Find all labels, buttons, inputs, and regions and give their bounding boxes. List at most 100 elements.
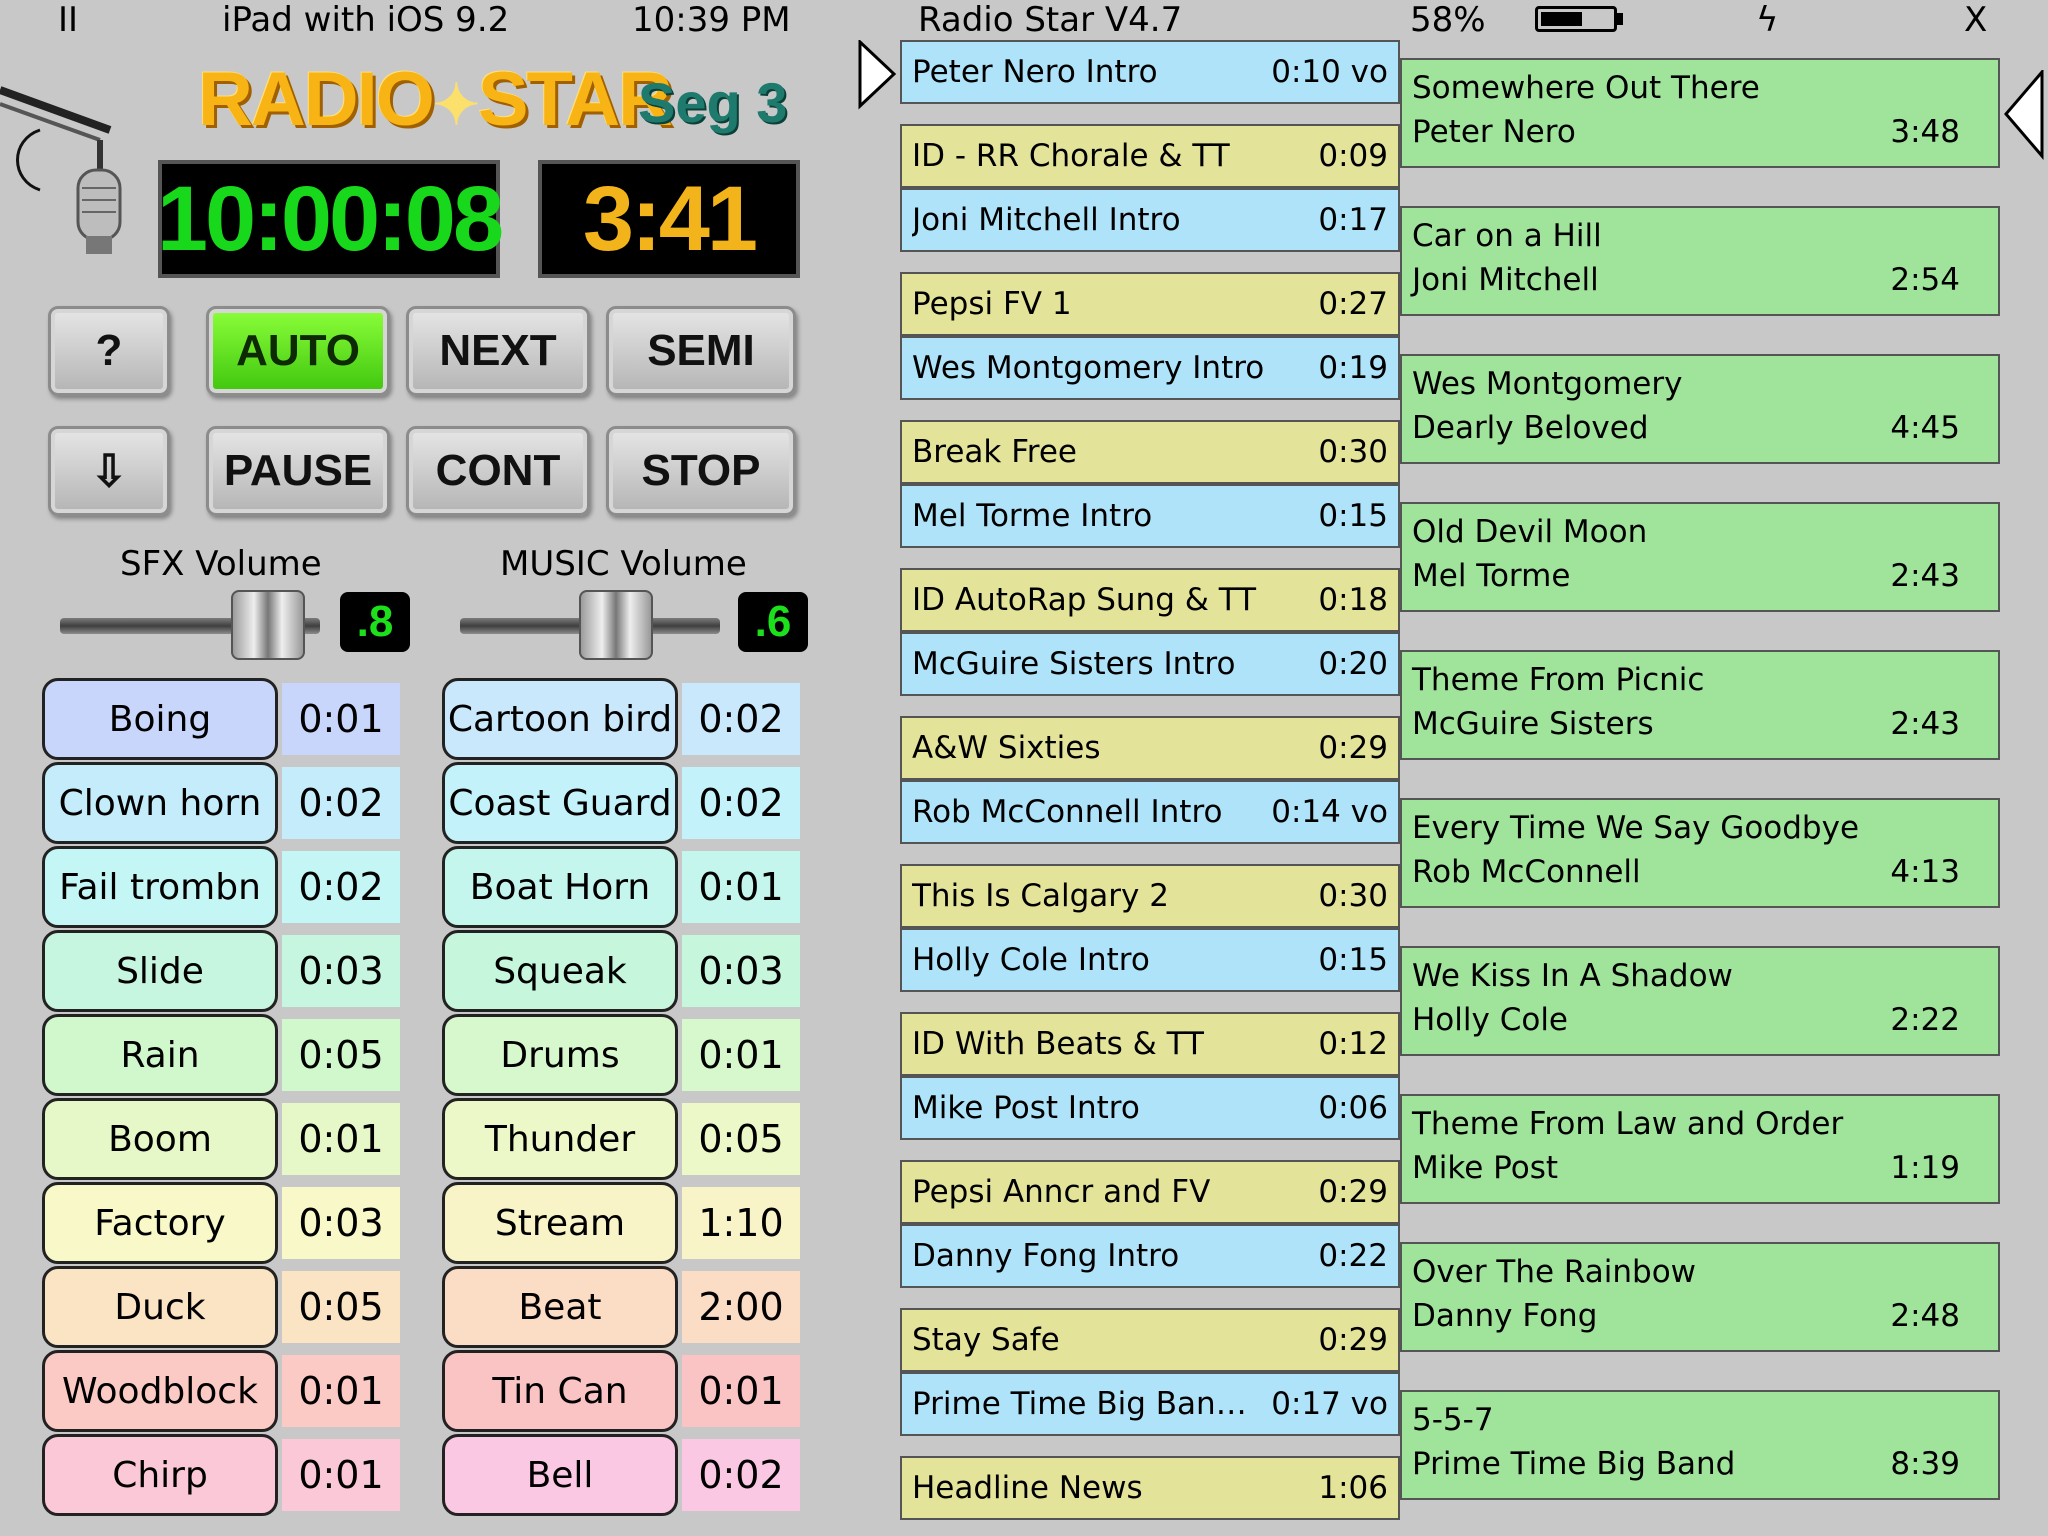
music-volume-thumb[interactable]: [579, 590, 653, 660]
sfx-duration: 0:01: [682, 851, 800, 923]
cont-button[interactable]: CONT: [406, 426, 590, 516]
queue-item[interactable]: Pepsi FV 1 0:27: [900, 272, 1400, 336]
queue-item[interactable]: This Is Calgary 2 0:30: [900, 864, 1400, 928]
song-item[interactable]: Over The Rainbow Danny Fong 2:48: [1400, 1242, 2000, 1352]
queue-item-title: ID With Beats & TT: [912, 1026, 1204, 1062]
close-button[interactable]: X: [1964, 0, 1987, 40]
pause-status-icon[interactable]: II: [58, 0, 78, 40]
song-artist: Dearly Beloved: [1412, 410, 1649, 446]
queue-item[interactable]: ID With Beats & TT 0:12: [900, 1012, 1400, 1076]
queue-current-marker-icon: [858, 40, 897, 110]
queue-item-title: Wes Montgomery Intro: [912, 350, 1265, 386]
sfx-pad[interactable]: Stream: [442, 1182, 678, 1264]
queue-item[interactable]: Joni Mitchell Intro 0:17: [900, 188, 1400, 252]
battery-fill: [1541, 12, 1582, 26]
sfx-duration: 0:02: [282, 767, 400, 839]
queue-item-title: Pepsi Anncr and FV: [912, 1174, 1211, 1210]
sfx-volume-thumb[interactable]: [231, 590, 305, 660]
queue-item-title: A&W Sixties: [912, 730, 1101, 766]
queue-item[interactable]: Stay Safe 0:29: [900, 1308, 1400, 1372]
sfx-pad[interactable]: Clown horn: [42, 762, 278, 844]
song-duration: 1:19: [1890, 1150, 1960, 1186]
queue-item[interactable]: Peter Nero Intro 0:10 vo: [900, 40, 1400, 104]
queue-item-duration: 0:18: [1318, 582, 1388, 618]
queue-item-title: This Is Calgary 2: [912, 878, 1169, 914]
queue-item[interactable]: A&W Sixties 0:29: [900, 716, 1400, 780]
song-item[interactable]: Every Time We Say Goodbye Rob McConnell 4:…: [1400, 798, 2000, 908]
sfx-pad[interactable]: Thunder: [442, 1098, 678, 1180]
song-artist: McGuire Sisters: [1412, 706, 1654, 742]
queue-item-duration: 0:22: [1318, 1238, 1388, 1274]
sfx-pad[interactable]: Drums: [442, 1014, 678, 1096]
sfx-pad[interactable]: Fail trombn: [42, 846, 278, 928]
queue-item-duration: 0:29: [1318, 1174, 1388, 1210]
song-item[interactable]: Car on a Hill Joni Mitchell 2:54: [1400, 206, 2000, 316]
song-title: We Kiss In A Shadow: [1412, 958, 1733, 994]
sfx-pad[interactable]: Bell: [442, 1434, 678, 1516]
auto-button[interactable]: AUTO: [206, 306, 390, 396]
sfx-duration: 0:01: [282, 1103, 400, 1175]
queue-item[interactable]: Pepsi Anncr and FV 0:29: [900, 1160, 1400, 1224]
sfx-pad[interactable]: Boom: [42, 1098, 278, 1180]
sfx-pad[interactable]: Woodblock: [42, 1350, 278, 1432]
time-display: 10:00:08: [157, 160, 504, 278]
queue-item[interactable]: Headline News 1:06: [900, 1456, 1400, 1520]
queue-item[interactable]: ID - RR Chorale & TT 0:09: [900, 124, 1400, 188]
song-title: Somewhere Out There: [1412, 70, 1760, 106]
help-button[interactable]: ?: [48, 306, 170, 396]
sfx-pad[interactable]: Beat: [442, 1266, 678, 1348]
sfx-pad[interactable]: Chirp: [42, 1434, 278, 1516]
microphone-icon: [0, 86, 122, 254]
sfx-pad[interactable]: Boing: [42, 678, 278, 760]
down-button[interactable]: ⇩: [48, 426, 170, 516]
pause-button[interactable]: PAUSE: [206, 426, 390, 516]
song-item[interactable]: Somewhere Out There Peter Nero 3:48: [1400, 58, 2000, 168]
sfx-pad[interactable]: Tin Can: [442, 1350, 678, 1432]
sfx-duration: 0:01: [282, 1355, 400, 1427]
semi-button[interactable]: SEMI: [606, 306, 796, 396]
sfx-pad[interactable]: Squeak: [442, 930, 678, 1012]
sfx-duration: 0:01: [682, 1355, 800, 1427]
queue-item-duration: 0:29: [1318, 1322, 1388, 1358]
queue-item-duration: 0:30: [1318, 434, 1388, 470]
clock-label: 10:39 PM: [632, 0, 791, 40]
queue-item-title: Danny Fong Intro: [912, 1238, 1180, 1274]
song-item[interactable]: 5-5-7 Prime Time Big Band 8:39: [1400, 1390, 2000, 1500]
stop-button[interactable]: STOP: [606, 426, 796, 516]
sfx-duration: 1:10: [682, 1187, 800, 1259]
next-button[interactable]: NEXT: [406, 306, 590, 396]
queue-item[interactable]: Mike Post Intro 0:06: [900, 1076, 1400, 1140]
sfx-pad[interactable]: Duck: [42, 1266, 278, 1348]
song-item[interactable]: Theme From Law and Order Mike Post 1:19: [1400, 1094, 2000, 1204]
song-item[interactable]: Old Devil Moon Mel Torme 2:43: [1400, 502, 2000, 612]
sfx-pad[interactable]: Rain: [42, 1014, 278, 1096]
song-artist: Mike Post: [1412, 1150, 1558, 1186]
queue-item[interactable]: Mel Torme Intro 0:15: [900, 484, 1400, 548]
queue-item[interactable]: McGuire Sisters Intro 0:20: [900, 632, 1400, 696]
queue-item[interactable]: Holly Cole Intro 0:15: [900, 928, 1400, 992]
song-item[interactable]: Wes Montgomery Dearly Beloved 4:45: [1400, 354, 2000, 464]
queue-item[interactable]: Rob McConnell Intro 0:14 vo: [900, 780, 1400, 844]
queue-item[interactable]: Break Free 0:30: [900, 420, 1400, 484]
sfx-pad[interactable]: Cartoon bird: [442, 678, 678, 760]
queue-item[interactable]: Wes Montgomery Intro 0:19: [900, 336, 1400, 400]
sfx-pad[interactable]: Coast Guard: [442, 762, 678, 844]
sfx-pad[interactable]: Factory: [42, 1182, 278, 1264]
segment-label: Seg 3: [638, 71, 788, 134]
song-title: 5-5-7: [1412, 1402, 1494, 1438]
song-duration: 3:48: [1890, 114, 1960, 150]
song-item[interactable]: Theme From Picnic McGuire Sisters 2:43: [1400, 650, 2000, 760]
sfx-duration: 0:01: [282, 1439, 400, 1511]
logo-left: RADIO: [198, 57, 435, 142]
queue-item-duration: 0:29: [1318, 730, 1388, 766]
queue-item[interactable]: ID AutoRap Sung & TT 0:18: [900, 568, 1400, 632]
battery-icon: [1535, 6, 1617, 32]
song-title: Wes Montgomery: [1412, 366, 1683, 402]
charging-icon: ϟ: [1756, 0, 1779, 40]
queue-item[interactable]: Prime Time Big Band I... 0:17 vo: [900, 1372, 1400, 1436]
sfx-pad[interactable]: Slide: [42, 930, 278, 1012]
queue-item[interactable]: Danny Fong Intro 0:22: [900, 1224, 1400, 1288]
sfx-pad[interactable]: Boat Horn: [442, 846, 678, 928]
song-item[interactable]: We Kiss In A Shadow Holly Cole 2:22: [1400, 946, 2000, 1056]
song-title: Over The Rainbow: [1412, 1254, 1697, 1290]
